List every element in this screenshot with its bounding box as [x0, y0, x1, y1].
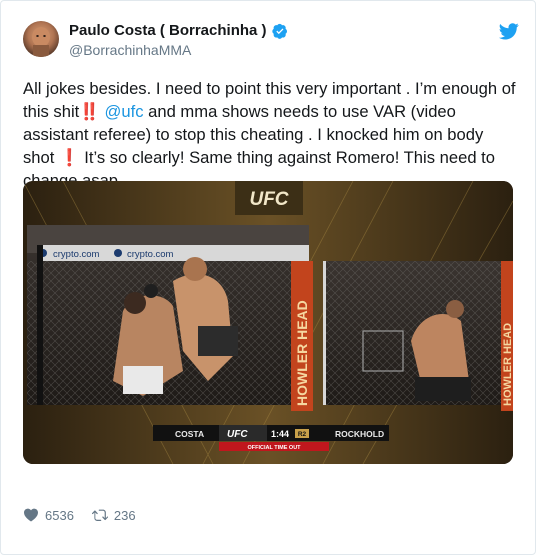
- fight-video-frame: UFC crypto.com crypto.com HOWLER HEAD HO…: [23, 181, 513, 464]
- scorebug-right-fighter: ROCKHOLD: [335, 429, 384, 439]
- tweet-card: Paulo Costa ( Borrachinha ) @Borrachinha…: [0, 0, 536, 555]
- retweet-icon[interactable]: [91, 507, 108, 523]
- author-name[interactable]: Paulo Costa ( Borrachinha ): [69, 22, 267, 39]
- tweet-media[interactable]: UFC crypto.com crypto.com HOWLER HEAD HO…: [23, 181, 513, 464]
- avatar[interactable]: [23, 21, 59, 57]
- avatar-image: [32, 27, 50, 57]
- scorebug-clock: 1:44: [271, 429, 289, 439]
- ufc-top-logo: UFC: [249, 189, 288, 210]
- left-video-panel: crypto.com crypto.com: [27, 225, 309, 405]
- crypto-banner-left: crypto.com: [53, 249, 100, 260]
- howler-head-left: HOWLER HEAD: [294, 300, 310, 406]
- crypto-banner-right: crypto.com: [127, 249, 174, 260]
- retweet-stat[interactable]: 236: [91, 507, 136, 523]
- tweet-stats: 6536 236: [23, 507, 148, 523]
- like-stat[interactable]: 6536: [23, 507, 74, 523]
- twitter-bird-icon[interactable]: [499, 21, 519, 41]
- mention-link[interactable]: @ufc: [105, 102, 144, 121]
- heart-icon[interactable]: [23, 507, 39, 523]
- scorebug-timeout-notice: OFFICIAL TIME OUT: [247, 445, 301, 451]
- verified-badge-icon: [271, 23, 287, 39]
- retweet-count: 236: [113, 507, 136, 523]
- scorebug-round: R2: [298, 431, 307, 438]
- scorebug-ufc-logo: UFC: [227, 429, 248, 440]
- author-handle[interactable]: @BorrachinhaMMA: [69, 42, 191, 58]
- right-video-panel: [323, 261, 503, 405]
- howler-head-right: HOWLER HEAD: [502, 323, 513, 406]
- like-count: 6536: [45, 507, 74, 523]
- scorebug-left-fighter: COSTA: [175, 429, 204, 439]
- tweet-text: All jokes besides. I need to point this …: [23, 77, 518, 192]
- author-name-row[interactable]: Paulo Costa ( Borrachinha ): [69, 22, 288, 39]
